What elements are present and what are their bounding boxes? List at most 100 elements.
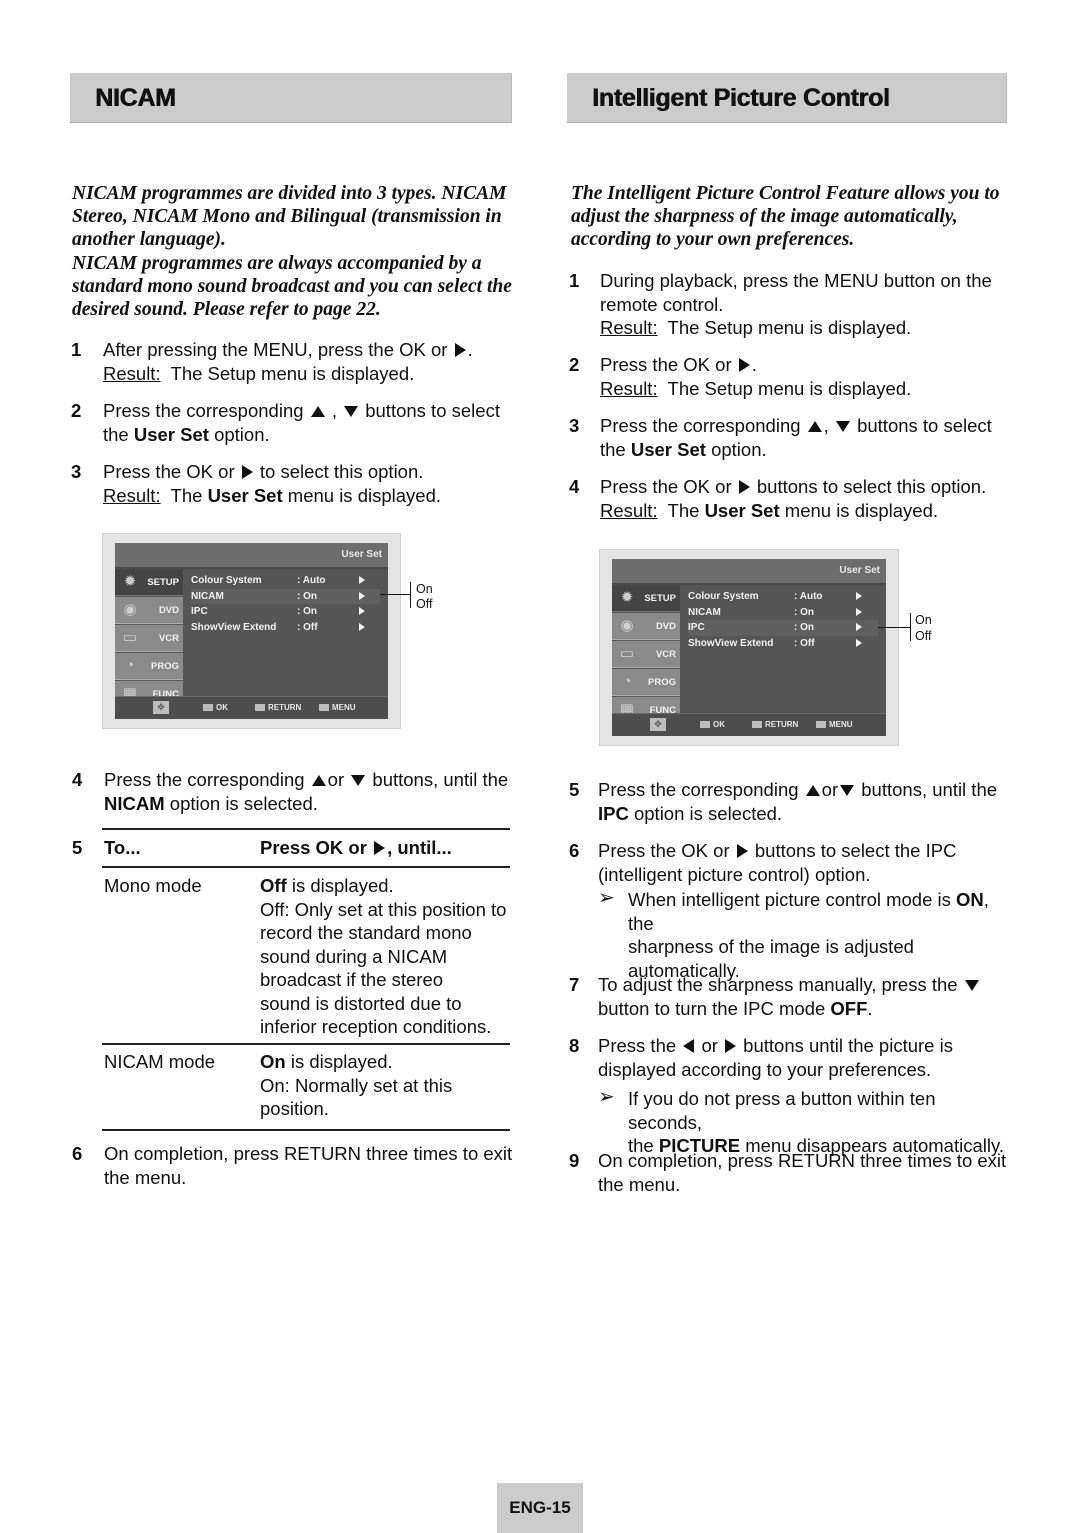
right-arrow-icon [359, 622, 365, 631]
osd-title-bar: User Set [115, 543, 388, 569]
step-text: During playback, press the MENU button o… [600, 270, 992, 291]
callout-bracket [910, 613, 911, 641]
up-arrow-icon [310, 406, 325, 417]
option-name: IPC [598, 802, 629, 824]
table-row-description: On is displayed. On: Normally set at thi… [260, 1050, 510, 1121]
result-label: Result: [600, 377, 658, 399]
footer-menu: MENU [816, 720, 853, 729]
osd-screen: User Set ✹ SETUP ◉ DVD ▭ VCR ◔ PROG ▦ FUNC Co… [115, 543, 388, 719]
row-label: Colour System [191, 575, 262, 586]
step-text: the menu. [598, 1173, 681, 1195]
step-text: To adjust the sharpness manually, press … [598, 974, 958, 995]
footer-menu: MENU [319, 703, 356, 712]
option-name: User Set [207, 484, 283, 506]
osd-title-bar: User Set [612, 559, 886, 585]
result-label: Result: [600, 317, 658, 338]
up-arrow-icon [805, 785, 820, 796]
down-arrow-icon [964, 980, 979, 991]
note-bold: ON [956, 889, 984, 910]
step-text: option is selected. [633, 802, 783, 824]
note: ➢ When intelligent picture control mode … [598, 887, 1009, 982]
down-arrow-icon [835, 421, 850, 432]
osd-tab-vcr: ▭ VCR [612, 641, 680, 668]
footer-label: MENU [332, 703, 356, 712]
result-text: The Setup menu is displayed. [170, 362, 415, 384]
osd-screenshot-nicam: User Set ✹ SETUP ◉ DVD ▭ VCR ◔ PROG ▦ FUNC Co… [102, 533, 401, 729]
step-text: or [327, 769, 345, 790]
step-text: buttons, until the [861, 779, 998, 800]
desc-line: sound is distorted due to [260, 992, 462, 1014]
right-arrow-icon [359, 576, 365, 584]
step-text: buttons to select [857, 415, 992, 436]
right-arrow-icon [725, 1039, 737, 1053]
result-text: The Setup menu is displayed. [667, 377, 912, 399]
footer-label: MENU [829, 720, 853, 729]
footer-return: RETURN [255, 703, 301, 712]
osd-footer: ✥ OK RETURN MENU [115, 696, 388, 719]
osd-row-showview: ShowView Extend: Off [688, 636, 878, 652]
menu-icon [816, 721, 826, 728]
step-5: 5 Press the corresponding or buttons, un… [569, 778, 1009, 828]
ipc-options-callout: On Off [878, 611, 958, 651]
step-number: 7 [569, 974, 580, 995]
intro-line: adjust the sharpness of the image automa… [571, 206, 958, 228]
osd-row-showview: ShowView Extend: Off [191, 620, 380, 636]
step-number: 6 [569, 840, 580, 861]
tab-label: VCR [655, 649, 676, 660]
row-value: : Auto [794, 591, 823, 602]
down-arrow-icon [344, 406, 359, 417]
row-label: NICAM [191, 590, 224, 602]
step-text: to select this option. [259, 461, 424, 482]
right-arrow-icon [738, 358, 750, 372]
callout-off: Off [915, 629, 932, 643]
callout-line [380, 594, 410, 595]
step-number: 4 [569, 476, 580, 497]
osd-row-colour-system: Colour System: Auto [688, 589, 878, 605]
step-number: 9 [569, 1150, 580, 1171]
result-text: The Setup menu is displayed. [667, 317, 912, 338]
osd-tabs: ✹ SETUP ◉ DVD ▭ VCR ◔ PROG ▦ FUNC [612, 585, 680, 724]
osd-row-colour-system: Colour System: Auto [191, 573, 380, 589]
desc-line: record the standard mono [260, 922, 472, 943]
step-text: Press the [598, 1035, 677, 1056]
right-arrow-icon [241, 465, 253, 479]
ipc-intro: The Intelligent Picture Control Feature … [571, 182, 1011, 252]
intro-line: another language). [72, 229, 226, 251]
step-1: 1 During playback, press the MENU button… [569, 269, 1009, 341]
up-arrow-icon [311, 775, 326, 786]
clock-icon: ◔ [125, 657, 135, 674]
navigation-icon: ✥ [650, 718, 666, 731]
desc-text: is displayed. [290, 1051, 393, 1072]
step-text: or [701, 1035, 718, 1056]
right-arrow-icon [856, 607, 862, 616]
tab-label: DVD [655, 621, 676, 632]
option-name: User Set [630, 438, 706, 460]
up-arrow-icon [807, 421, 822, 432]
right-arrow-icon [856, 638, 862, 647]
intro-line: according to your own preferences. [571, 229, 855, 251]
return-icon [752, 721, 762, 728]
osd-title: User Set [839, 565, 880, 576]
step-number: 2 [71, 400, 82, 421]
osd-tab-dvd: ◉ DVD [115, 597, 183, 624]
clock-icon: ◔ [622, 673, 632, 690]
desc-text: is displayed. [291, 875, 394, 896]
desc-line: sound during a NICAM [260, 945, 448, 967]
step-number: 1 [71, 339, 82, 360]
osd-row-nicam: NICAM: On [191, 588, 380, 604]
step-text: , [823, 415, 829, 436]
step-8: 8 Press the or buttons until the picture… [569, 1034, 1009, 1156]
gear-icon: ✹ [620, 589, 634, 606]
footer-label: RETURN [765, 720, 799, 729]
down-arrow-icon [840, 785, 855, 796]
result-label: Result: [103, 362, 161, 384]
note-text: When intelligent picture control mode is [628, 889, 951, 910]
footer-ok: OK [203, 703, 228, 712]
right-arrow-icon [374, 841, 386, 855]
osd-tab-setup: ✹ SETUP [612, 585, 680, 612]
right-arrow-icon [736, 844, 748, 858]
osd-row-ipc: IPC: On [191, 604, 380, 620]
osd-row-nicam: NICAM: On [688, 605, 878, 621]
step-text: option. [711, 438, 767, 460]
step-number: 1 [569, 270, 580, 291]
